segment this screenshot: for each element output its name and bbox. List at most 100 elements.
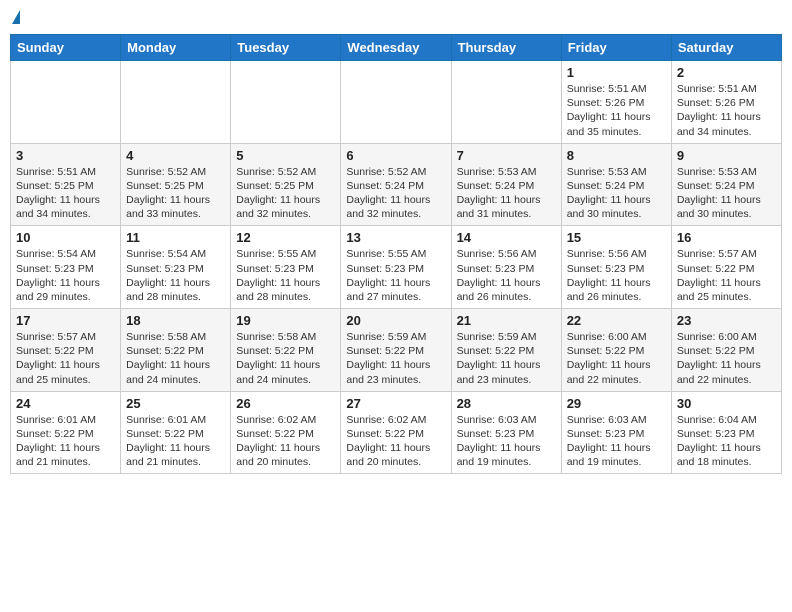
calendar-cell: 23 Sunrise: 6:00 AM Sunset: 5:22 PM Dayli… — [671, 309, 781, 392]
calendar-day-header: Saturday — [671, 35, 781, 61]
calendar-cell: 13 Sunrise: 5:55 AM Sunset: 5:23 PM Dayli… — [341, 226, 451, 309]
day-info: Sunrise: 6:04 AM Sunset: 5:23 PM Dayligh… — [677, 413, 776, 470]
day-info: Sunrise: 5:56 AM Sunset: 5:23 PM Dayligh… — [457, 247, 556, 304]
day-info: Sunrise: 5:55 AM Sunset: 5:23 PM Dayligh… — [236, 247, 335, 304]
day-number: 14 — [457, 230, 556, 245]
calendar-header-row: SundayMondayTuesdayWednesdayThursdayFrid… — [11, 35, 782, 61]
calendar-cell: 10 Sunrise: 5:54 AM Sunset: 5:23 PM Dayli… — [11, 226, 121, 309]
calendar-week-row: 17Sunrise: 5:57 AM Sunset: 5:22 PM Dayli… — [11, 309, 782, 392]
calendar-table: SundayMondayTuesdayWednesdayThursdayFrid… — [10, 34, 782, 474]
calendar-day-header: Wednesday — [341, 35, 451, 61]
calendar-cell: 22 Sunrise: 6:00 AM Sunset: 5:22 PM Dayli… — [561, 309, 671, 392]
day-info: Sunrise: 5:56 AM Sunset: 5:23 PM Dayligh… — [567, 247, 666, 304]
day-number: 11 — [126, 230, 225, 245]
calendar-cell: 15 Sunrise: 5:56 AM Sunset: 5:23 PM Dayli… — [561, 226, 671, 309]
calendar-cell: 3 Sunrise: 5:51 AM Sunset: 5:25 PM Daylig… — [11, 143, 121, 226]
day-number: 22 — [567, 313, 666, 328]
day-info: Sunrise: 5:59 AM Sunset: 5:22 PM Dayligh… — [346, 330, 445, 387]
day-number: 16 — [677, 230, 776, 245]
day-info: Sunrise: 5:52 AM Sunset: 5:25 PM Dayligh… — [126, 165, 225, 222]
calendar-day-header: Friday — [561, 35, 671, 61]
calendar-cell: 26Sunrise: 6:02 AM Sunset: 5:22 PM Dayli… — [231, 391, 341, 474]
day-number: 18 — [126, 313, 225, 328]
day-info: Sunrise: 6:02 AM Sunset: 5:22 PM Dayligh… — [346, 413, 445, 470]
calendar-day-header: Thursday — [451, 35, 561, 61]
day-info: Sunrise: 5:59 AM Sunset: 5:22 PM Dayligh… — [457, 330, 556, 387]
day-number: 13 — [346, 230, 445, 245]
calendar-cell — [231, 61, 341, 144]
day-number: 24 — [16, 396, 115, 411]
calendar-cell: 27 Sunrise: 6:02 AM Sunset: 5:22 PM Dayli… — [341, 391, 451, 474]
calendar-body: 1 Sunrise: 5:51 AM Sunset: 5:26 PM Daylig… — [11, 61, 782, 474]
calendar-week-row: 10 Sunrise: 5:54 AM Sunset: 5:23 PM Dayli… — [11, 226, 782, 309]
day-number: 12 — [236, 230, 335, 245]
calendar-week-row: 1 Sunrise: 5:51 AM Sunset: 5:26 PM Daylig… — [11, 61, 782, 144]
calendar-cell: 29 Sunrise: 6:03 AM Sunset: 5:23 PM Dayli… — [561, 391, 671, 474]
calendar-week-row: 3 Sunrise: 5:51 AM Sunset: 5:25 PM Daylig… — [11, 143, 782, 226]
day-info: Sunrise: 5:52 AM Sunset: 5:24 PM Dayligh… — [346, 165, 445, 222]
calendar-cell: 1Sunrise: 5:51 AM Sunset: 5:26 PM Daylig… — [561, 61, 671, 144]
day-number: 8 — [567, 148, 666, 163]
day-number: 30 — [677, 396, 776, 411]
day-info: Sunrise: 6:00 AM Sunset: 5:22 PM Dayligh… — [567, 330, 666, 387]
day-number: 9 — [677, 148, 776, 163]
calendar-cell: 18 Sunrise: 5:58 AM Sunset: 5:22 PM Dayli… — [121, 309, 231, 392]
day-number: 23 — [677, 313, 776, 328]
day-number: 19 — [236, 313, 335, 328]
day-info: Sunrise: 5:55 AM Sunset: 5:23 PM Dayligh… — [346, 247, 445, 304]
day-info: Sunrise: 5:58 AM Sunset: 5:22 PM Dayligh… — [126, 330, 225, 387]
day-number: 2 — [677, 65, 776, 80]
day-info: Sunrise: 5:53 AM Sunset: 5:24 PM Dayligh… — [677, 165, 776, 222]
calendar-cell: 16 Sunrise: 5:57 AM Sunset: 5:22 PM Dayli… — [671, 226, 781, 309]
day-number: 1 — [567, 65, 666, 80]
day-info: Sunrise: 5:51 AM Sunset: 5:26 PM Dayligh… — [677, 82, 776, 139]
calendar-cell: 12 Sunrise: 5:55 AM Sunset: 5:23 PM Dayli… — [231, 226, 341, 309]
calendar-day-header: Tuesday — [231, 35, 341, 61]
day-info: Sunrise: 5:52 AM Sunset: 5:25 PM Dayligh… — [236, 165, 335, 222]
day-number: 28 — [457, 396, 556, 411]
day-info: Sunrise: 5:58 AM Sunset: 5:22 PM Dayligh… — [236, 330, 335, 387]
day-info: Sunrise: 5:54 AM Sunset: 5:23 PM Dayligh… — [126, 247, 225, 304]
calendar-cell — [121, 61, 231, 144]
day-number: 10 — [16, 230, 115, 245]
day-info: Sunrise: 5:53 AM Sunset: 5:24 PM Dayligh… — [567, 165, 666, 222]
day-info: Sunrise: 6:01 AM Sunset: 5:22 PM Dayligh… — [16, 413, 115, 470]
day-number: 5 — [236, 148, 335, 163]
day-number: 3 — [16, 148, 115, 163]
calendar-cell: 20 Sunrise: 5:59 AM Sunset: 5:22 PM Dayli… — [341, 309, 451, 392]
calendar-cell: 4 Sunrise: 5:52 AM Sunset: 5:25 PM Daylig… — [121, 143, 231, 226]
calendar-cell — [341, 61, 451, 144]
day-info: Sunrise: 5:51 AM Sunset: 5:25 PM Dayligh… — [16, 165, 115, 222]
day-number: 29 — [567, 396, 666, 411]
day-number: 4 — [126, 148, 225, 163]
day-number: 6 — [346, 148, 445, 163]
day-info: Sunrise: 5:57 AM Sunset: 5:22 PM Dayligh… — [677, 247, 776, 304]
calendar-cell: 2 Sunrise: 5:51 AM Sunset: 5:26 PM Daylig… — [671, 61, 781, 144]
page-header — [10, 10, 782, 26]
day-info: Sunrise: 6:00 AM Sunset: 5:22 PM Dayligh… — [677, 330, 776, 387]
day-number: 26 — [236, 396, 335, 411]
calendar-day-header: Monday — [121, 35, 231, 61]
calendar-cell: 5 Sunrise: 5:52 AM Sunset: 5:25 PM Daylig… — [231, 143, 341, 226]
day-number: 15 — [567, 230, 666, 245]
day-info: Sunrise: 5:53 AM Sunset: 5:24 PM Dayligh… — [457, 165, 556, 222]
day-number: 27 — [346, 396, 445, 411]
calendar-cell: 30 Sunrise: 6:04 AM Sunset: 5:23 PM Dayli… — [671, 391, 781, 474]
calendar-cell: 7Sunrise: 5:53 AM Sunset: 5:24 PM Daylig… — [451, 143, 561, 226]
calendar-cell: 14 Sunrise: 5:56 AM Sunset: 5:23 PM Dayli… — [451, 226, 561, 309]
calendar-cell: 11 Sunrise: 5:54 AM Sunset: 5:23 PM Dayli… — [121, 226, 231, 309]
calendar-day-header: Sunday — [11, 35, 121, 61]
calendar-cell: 19 Sunrise: 5:58 AM Sunset: 5:22 PM Dayli… — [231, 309, 341, 392]
day-info: Sunrise: 5:57 AM Sunset: 5:22 PM Dayligh… — [16, 330, 115, 387]
logo-triangle-icon — [12, 10, 20, 24]
calendar-cell: 6 Sunrise: 5:52 AM Sunset: 5:24 PM Daylig… — [341, 143, 451, 226]
day-info: Sunrise: 6:03 AM Sunset: 5:23 PM Dayligh… — [567, 413, 666, 470]
calendar-cell: 21Sunrise: 5:59 AM Sunset: 5:22 PM Dayli… — [451, 309, 561, 392]
day-info: Sunrise: 5:54 AM Sunset: 5:23 PM Dayligh… — [16, 247, 115, 304]
day-number: 25 — [126, 396, 225, 411]
day-number: 20 — [346, 313, 445, 328]
day-info: Sunrise: 6:03 AM Sunset: 5:23 PM Dayligh… — [457, 413, 556, 470]
logo — [10, 10, 20, 26]
calendar-week-row: 24 Sunrise: 6:01 AM Sunset: 5:22 PM Dayli… — [11, 391, 782, 474]
calendar-cell: 17Sunrise: 5:57 AM Sunset: 5:22 PM Dayli… — [11, 309, 121, 392]
